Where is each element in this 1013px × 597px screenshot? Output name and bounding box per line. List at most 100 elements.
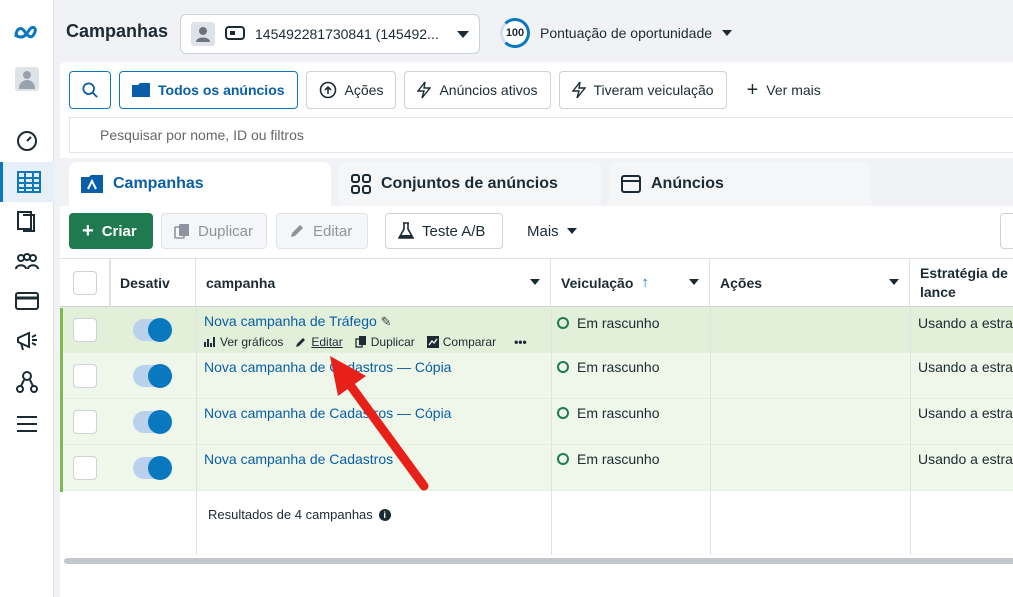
status-text: Em rascunho	[577, 315, 660, 331]
actions-label: Ações	[344, 82, 384, 98]
see-more-label: Ver mais	[766, 82, 821, 98]
column-header-actions[interactable]: Ações	[710, 259, 910, 307]
row-checkbox[interactable]	[73, 410, 97, 434]
duplicate-button[interactable]: Duplicar	[161, 213, 267, 249]
tab-adsets[interactable]: Conjuntos de anúncios	[339, 162, 601, 206]
network-icon[interactable]	[0, 362, 54, 402]
select-all-checkbox[interactable]	[73, 271, 97, 295]
delivery-status: Em rascunho	[557, 359, 659, 375]
campaign-toggle[interactable]	[133, 456, 172, 480]
campaign-toggle[interactable]	[133, 410, 172, 434]
tab-ads[interactable]: Anúncios	[609, 162, 871, 206]
edit-action[interactable]: Editar	[295, 335, 343, 349]
see-more-filter[interactable]: + Ver mais	[734, 71, 833, 109]
horizontal-scrollbar[interactable]	[64, 558, 1013, 564]
billing-card-icon[interactable]	[0, 281, 54, 321]
table-row[interactable]: Nova campanha de Tráfego ✎ Ver gráficos …	[60, 307, 1013, 353]
duplicate-icon	[174, 224, 189, 239]
pages-icon[interactable]	[0, 201, 54, 241]
tab-adsets-label: Conjuntos de anúncios	[381, 175, 558, 192]
delivered-filter[interactable]: Tiveram veiculação	[558, 71, 727, 109]
ab-test-label: Teste A/B	[422, 222, 486, 240]
menu-icon[interactable]	[0, 404, 54, 444]
column-header-delivery[interactable]: Veiculação ↑	[551, 259, 710, 307]
view-charts-label: Ver gráficos	[220, 335, 284, 349]
sort-up-arrow-icon[interactable]: ↑	[641, 274, 649, 291]
strategy-column-label-2: lance	[920, 283, 956, 300]
delivery-column-label: Veiculação	[561, 274, 634, 291]
chevron-down-icon	[566, 228, 577, 234]
duplicate-action[interactable]: Duplicar	[355, 335, 415, 349]
create-button[interactable]: + Criar	[69, 213, 153, 249]
chevron-down-icon[interactable]	[530, 279, 540, 285]
gauge-icon[interactable]	[0, 121, 54, 161]
pencil-icon	[296, 338, 306, 347]
info-icon[interactable]: i	[378, 508, 391, 521]
ab-test-button[interactable]: Teste A/B	[385, 213, 503, 249]
column-header-bid-strategy[interactable]: Estratégia de lance	[910, 259, 1013, 307]
search-input[interactable]: Pesquisar por nome, ID ou filtros	[69, 117, 1013, 153]
score-ring: 100	[500, 18, 530, 48]
tab-campaigns[interactable]: Campanhas	[69, 162, 331, 206]
table-grid-icon[interactable]	[0, 162, 54, 202]
search-button[interactable]	[69, 71, 111, 109]
row-checkbox[interactable]	[73, 456, 97, 480]
row-quick-actions: Ver gráficos Editar Duplicar Comparar ••…	[204, 335, 527, 349]
left-nav-rail	[0, 0, 54, 597]
chevron-down-icon[interactable]	[689, 279, 699, 285]
status-text: Em rascunho	[577, 451, 660, 467]
all-ads-filter[interactable]: Todos os anúncios	[119, 71, 298, 109]
avatar-icon[interactable]	[0, 59, 54, 99]
view-options-button[interactable]	[1000, 213, 1013, 249]
more-actions-icon[interactable]: •••	[514, 335, 527, 349]
select-all-header	[60, 259, 110, 307]
meta-logo-icon[interactable]	[0, 12, 54, 52]
campaign-folder-icon	[81, 175, 103, 193]
bid-strategy: Usando a estrat	[918, 405, 1013, 421]
delivered-label: Tiveram veiculação	[593, 82, 714, 98]
campaign-name-link[interactable]: Nova campanha de Cadastros — Cópia	[204, 405, 451, 421]
campaign-toggle[interactable]	[133, 318, 172, 342]
campaign-name-link[interactable]: Nova campanha de Cadastros	[204, 451, 393, 467]
row-checkbox[interactable]	[73, 318, 97, 342]
main-panel: Todos os anúncios Ações Anúncios ativos …	[60, 62, 1013, 597]
upload-circle-icon	[319, 81, 336, 99]
compare-action[interactable]: Comparar	[426, 335, 496, 349]
ad-account-icon	[225, 25, 245, 44]
edit-button[interactable]: Editar	[276, 213, 368, 249]
active-ads-label: Anúncios ativos	[439, 82, 538, 98]
column-header-toggle[interactable]: Desativ	[110, 259, 196, 307]
campaign-name-link[interactable]: Nova campanha de Cadastros — Cópia	[204, 359, 451, 375]
campaigns-table: Desativ campanha Veiculação ↑ Ações Estr…	[60, 258, 1013, 556]
column-header-campaign[interactable]: campanha	[196, 259, 551, 307]
campaign-name-link[interactable]: Nova campanha de Tráfego ✎	[204, 313, 392, 330]
actions-filter[interactable]: Ações	[305, 71, 397, 109]
campaign-column-label: campanha	[206, 274, 276, 291]
chevron-down-icon[interactable]	[889, 279, 899, 285]
status-text: Em rascunho	[577, 359, 660, 375]
pencil-icon[interactable]: ✎	[381, 314, 392, 329]
view-charts-action[interactable]: Ver gráficos	[204, 335, 283, 349]
table-row[interactable]: Nova campanha de Cadastros — Cópia Em ra…	[60, 399, 1013, 445]
status-text: Em rascunho	[577, 405, 660, 421]
edit-action-label: Editar	[311, 335, 343, 349]
search-icon	[82, 82, 98, 98]
campaign-toggle[interactable]	[133, 364, 172, 388]
audience-icon[interactable]	[0, 242, 54, 282]
duplicate-icon	[355, 336, 366, 348]
delivery-status: Em rascunho	[557, 405, 659, 421]
table-row[interactable]: Nova campanha de Cadastros Em rascunho U…	[60, 445, 1013, 491]
plus-icon: +	[82, 220, 94, 242]
column-divider	[110, 259, 111, 307]
row-checkbox[interactable]	[73, 364, 97, 388]
more-button[interactable]: Mais	[515, 213, 595, 249]
lightning-icon	[571, 81, 586, 99]
column-divider	[196, 307, 197, 555]
opportunity-score[interactable]: 100 Pontuação de oportunidade	[500, 18, 733, 48]
duplicate-label: Duplicar	[198, 222, 254, 240]
active-ads-filter[interactable]: Anúncios ativos	[404, 71, 551, 109]
table-row[interactable]: Nova campanha de Cadastros — Cópia Em ra…	[60, 353, 1013, 399]
account-selector[interactable]: 145492281730841 (145492...	[180, 14, 480, 54]
megaphone-icon[interactable]	[0, 321, 54, 361]
results-summary: Resultados de 4 campanhas i	[208, 507, 391, 522]
